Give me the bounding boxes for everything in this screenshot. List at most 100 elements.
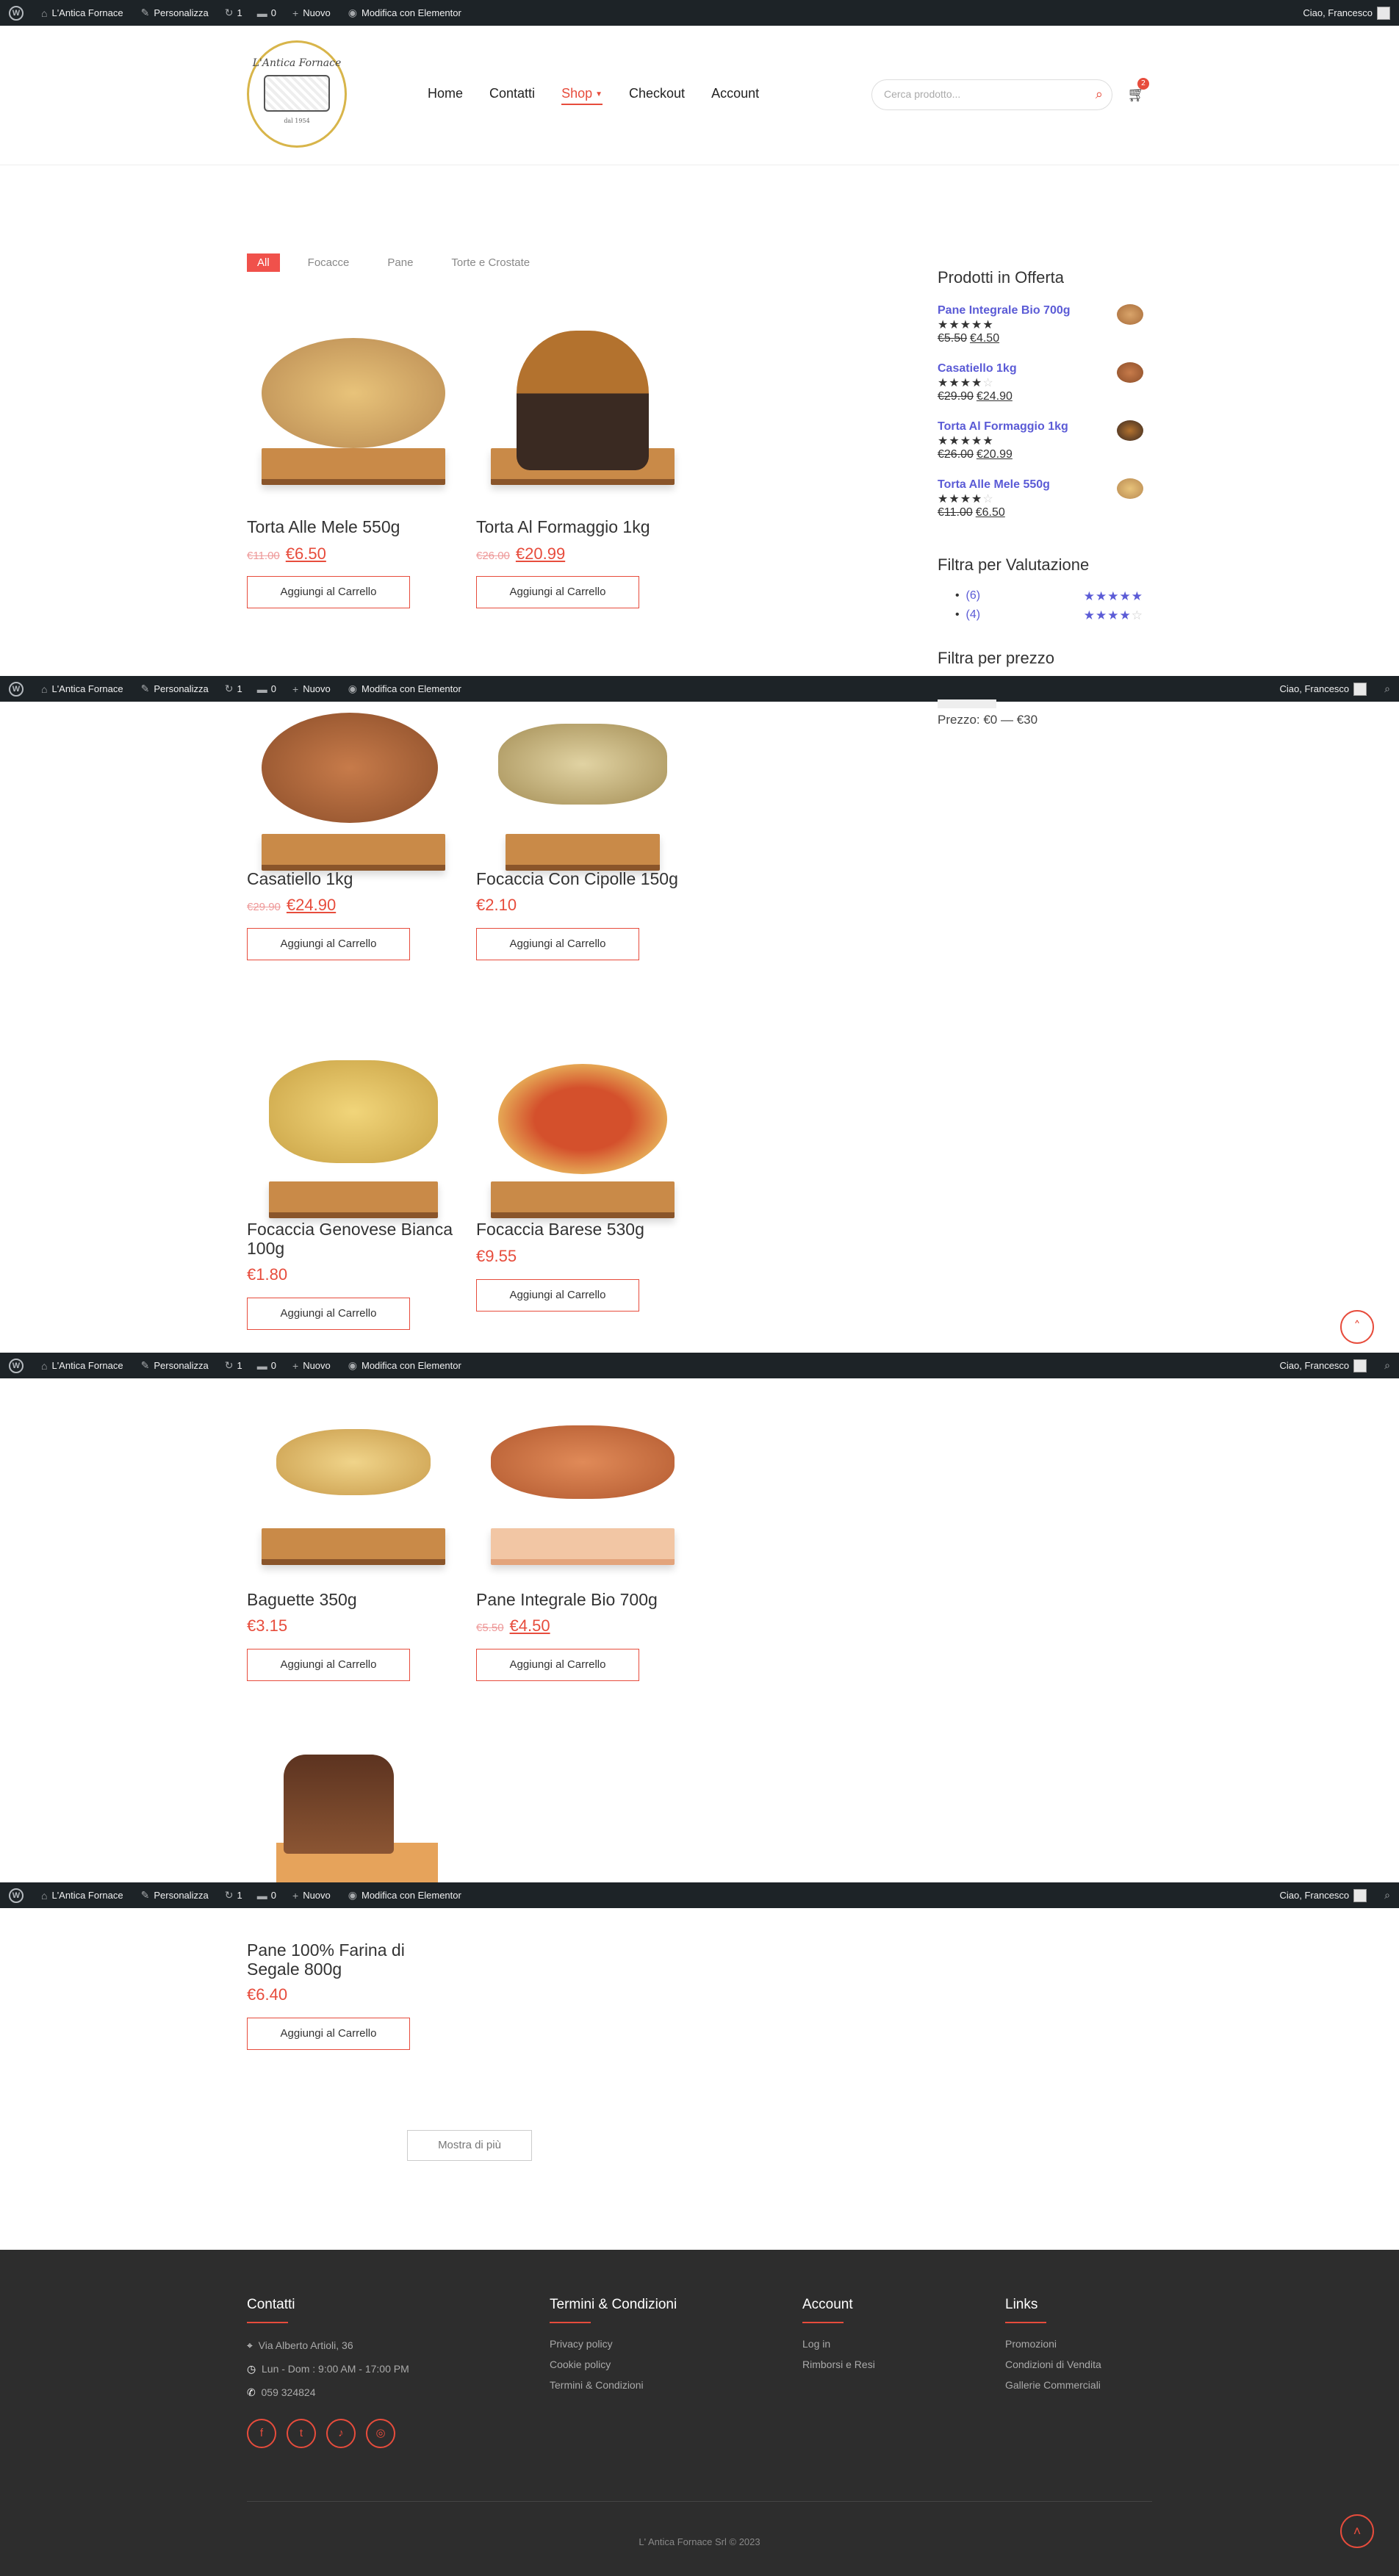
offer-item[interactable]: Torta Al Formaggio 1kg ★★★★★ €26.00 €20.9… xyxy=(938,420,1143,461)
instagram-icon[interactable]: ◎ xyxy=(366,2419,395,2448)
footer-link[interactable]: Promozioni xyxy=(1005,2334,1101,2354)
filter-all[interactable]: All xyxy=(247,253,280,272)
account-menu[interactable]: Ciao, Francesco xyxy=(1271,1882,1376,1908)
product-image[interactable] xyxy=(247,316,460,500)
footer-link[interactable]: Cookie policy xyxy=(550,2354,677,2375)
updates-link[interactable]: ↻ 1 xyxy=(217,0,250,26)
add-to-cart-button[interactable]: Aggiungi al Carrello xyxy=(476,576,639,608)
nav-contatti[interactable]: Contatti xyxy=(489,86,535,105)
scroll-top-button[interactable]: ˄ xyxy=(1340,2514,1374,2548)
comments-link[interactable]: ▬ 0 xyxy=(250,676,284,702)
comments-link[interactable]: ▬ 0 xyxy=(250,1882,284,1908)
product-name[interactable]: Focaccia Con Cipolle 150g xyxy=(476,869,689,888)
offer-item[interactable]: Casatiello 1kg ★★★★☆ €29.90 €24.90 xyxy=(938,362,1143,403)
footer-link[interactable]: Rimborsi e Resi xyxy=(802,2354,875,2375)
elementor-link[interactable]: ◉ Modifica con Elementor xyxy=(339,1353,470,1378)
elementor-link[interactable]: ◉ Modifica con Elementor xyxy=(339,676,470,702)
twitter-icon[interactable]: t xyxy=(287,2419,316,2448)
rating-filter-4[interactable]: • (4) ★★★★☆ xyxy=(955,608,1143,622)
site-logo[interactable]: L'Antica Fornace dal 1954 xyxy=(247,40,347,148)
account-menu[interactable]: Ciao, Francesco xyxy=(1271,676,1376,702)
add-to-cart-button[interactable]: Aggiungi al Carrello xyxy=(247,1298,410,1330)
wordpress-menu[interactable]: W xyxy=(0,676,32,702)
customize-link[interactable]: ✎ Personalizza xyxy=(132,0,217,26)
product-image[interactable] xyxy=(476,1049,689,1233)
nav-checkout[interactable]: Checkout xyxy=(629,86,685,105)
admin-search-button[interactable]: ⌕ xyxy=(1375,1882,1399,1908)
account-menu[interactable]: Ciao, Francesco xyxy=(1294,0,1399,26)
new-content-link[interactable]: + Nuovo xyxy=(284,676,339,702)
elementor-link[interactable]: ◉ Modifica con Elementor xyxy=(339,1882,470,1908)
product-image[interactable] xyxy=(247,1049,460,1233)
new-content-link[interactable]: + Nuovo xyxy=(284,1882,339,1908)
admin-search-button[interactable]: ⌕ xyxy=(1375,1353,1399,1378)
filter-torte[interactable]: Torte e Crostate xyxy=(441,253,540,272)
site-name-link[interactable]: ⌂ L'Antica Fornace xyxy=(32,0,132,26)
nav-home[interactable]: Home xyxy=(428,86,463,105)
new-content-link[interactable]: + Nuovo xyxy=(284,1353,339,1378)
scroll-top-button[interactable]: ˄ xyxy=(1340,1310,1374,1344)
add-to-cart-button[interactable]: Aggiungi al Carrello xyxy=(476,928,639,960)
add-to-cart-button[interactable]: Aggiungi al Carrello xyxy=(476,1279,639,1312)
add-to-cart-button[interactable]: Aggiungi al Carrello xyxy=(247,576,410,608)
account-menu[interactable]: Ciao, Francesco xyxy=(1271,1353,1376,1378)
cart-button[interactable]: 🛒︎ 2 xyxy=(1127,78,1149,103)
nav-shop[interactable]: Shop ▼ xyxy=(561,86,603,105)
footer-link[interactable]: Log in xyxy=(802,2334,875,2354)
updates-link[interactable]: ↻ 1 xyxy=(217,1353,250,1378)
product-image[interactable] xyxy=(247,702,460,885)
search-icon[interactable]: ⌕ xyxy=(1096,87,1103,102)
customize-link[interactable]: ✎ Personalizza xyxy=(132,1882,217,1908)
product-name[interactable]: Baguette 350g xyxy=(247,1590,460,1609)
product-image[interactable] xyxy=(476,1396,689,1580)
wordpress-menu[interactable]: W xyxy=(0,0,32,26)
product-name[interactable]: Pane 100% Farina di Segale 800g xyxy=(247,1940,460,1979)
product-image[interactable] xyxy=(247,1747,460,1882)
product-name[interactable]: Focaccia Genovese Bianca 100g xyxy=(247,1220,460,1258)
price-slider[interactable] xyxy=(938,699,996,708)
add-to-cart-button[interactable]: Aggiungi al Carrello xyxy=(476,1649,639,1681)
filter-focacce[interactable]: Focacce xyxy=(298,253,360,272)
add-to-cart-button[interactable]: Aggiungi al Carrello xyxy=(247,1649,410,1681)
customize-link[interactable]: ✎ Personalizza xyxy=(132,676,217,702)
customize-link[interactable]: ✎ Personalizza xyxy=(132,1353,217,1378)
load-more-button[interactable]: Mostra di più xyxy=(407,2130,532,2161)
admin-search-button[interactable]: ⌕ xyxy=(1375,676,1399,702)
footer-link[interactable]: Termini & Condizioni xyxy=(550,2375,677,2395)
offers-title: Prodotti in Offerta xyxy=(938,268,1065,287)
wordpress-menu[interactable]: W xyxy=(0,1882,32,1908)
product-name[interactable]: Torta Al Formaggio 1kg xyxy=(476,517,689,536)
nav-account[interactable]: Account xyxy=(711,86,759,105)
site-name-link[interactable]: ⌂ L'Antica Fornace xyxy=(32,1353,132,1378)
footer-link[interactable]: Gallerie Commerciali xyxy=(1005,2375,1101,2395)
elementor-link[interactable]: ◉ Modifica con Elementor xyxy=(339,0,470,26)
facebook-icon[interactable]: f xyxy=(247,2419,276,2448)
offer-item[interactable]: Torta Alle Mele 550g ★★★★☆ €11.00 €6.50 xyxy=(938,478,1143,519)
updates-link[interactable]: ↻ 1 xyxy=(217,676,250,702)
comments-link[interactable]: ▬ 0 xyxy=(250,0,284,26)
footer-link[interactable]: Privacy policy xyxy=(550,2334,677,2354)
search-icon: ⌕ xyxy=(1384,1889,1390,1901)
product-name[interactable]: Pane Integrale Bio 700g xyxy=(476,1590,689,1609)
comments-link[interactable]: ▬ 0 xyxy=(250,1353,284,1378)
search-input[interactable]: Cerca prodotto... ⌕ xyxy=(871,79,1112,110)
add-to-cart-button[interactable]: Aggiungi al Carrello xyxy=(247,928,410,960)
product-image[interactable] xyxy=(476,702,689,885)
add-to-cart-button[interactable]: Aggiungi al Carrello xyxy=(247,2018,410,2050)
filter-pane[interactable]: Pane xyxy=(377,253,423,272)
updates-link[interactable]: ↻ 1 xyxy=(217,1882,250,1908)
product-name[interactable]: Torta Alle Mele 550g xyxy=(247,517,460,536)
product-image[interactable] xyxy=(476,316,689,500)
new-content-link[interactable]: + Nuovo xyxy=(284,0,339,26)
product-name[interactable]: Focaccia Barese 530g xyxy=(476,1220,689,1239)
product-image[interactable] xyxy=(247,1396,460,1580)
footer-link[interactable]: Condizioni di Vendita xyxy=(1005,2354,1101,2375)
product-name[interactable]: Casatiello 1kg xyxy=(247,869,460,888)
wordpress-menu[interactable]: W xyxy=(0,1353,32,1378)
site-name-link[interactable]: ⌂ L'Antica Fornace xyxy=(32,1882,132,1908)
footer-contacts: Contatti ⌖ Via Alberto Artioli, 36 ◷ Lun… xyxy=(247,2297,409,2448)
tiktok-icon[interactable]: ♪ xyxy=(326,2419,356,2448)
site-name-link[interactable]: ⌂ L'Antica Fornace xyxy=(32,676,132,702)
rating-filter-5[interactable]: • (6) ★★★★★ xyxy=(955,589,1143,603)
offer-item[interactable]: Pane Integrale Bio 700g ★★★★★ €5.50 €4.50 xyxy=(938,304,1143,345)
